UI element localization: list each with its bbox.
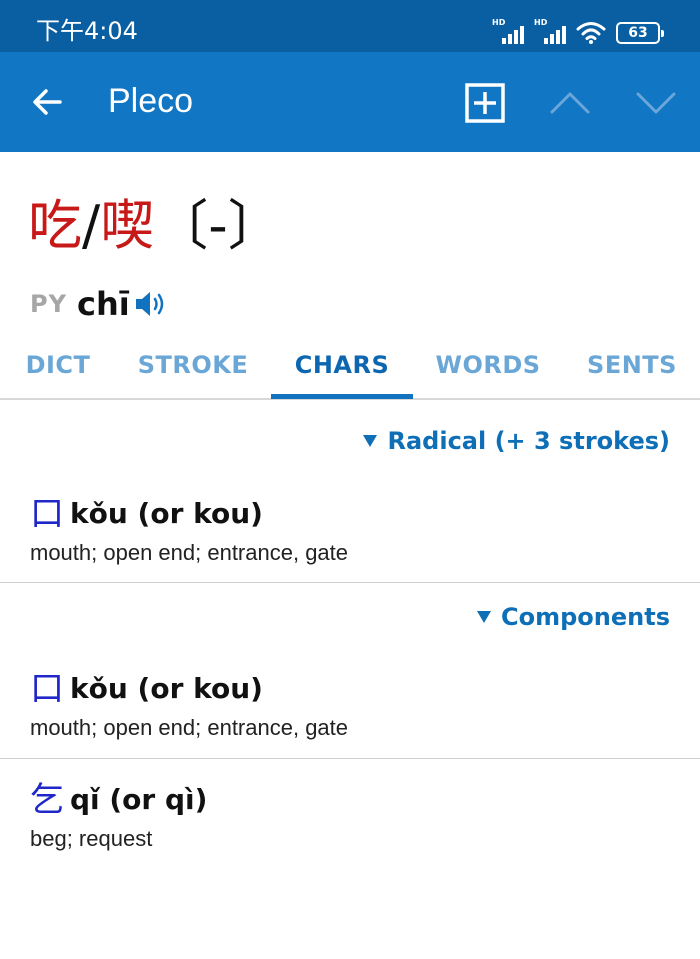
components-section-header[interactable]: Components — [477, 600, 670, 634]
wifi-icon — [576, 22, 606, 44]
component-entry[interactable]: 乞 qǐ (or qì) beg; request — [30, 780, 207, 852]
add-box-icon[interactable] — [464, 82, 506, 124]
headword-bracket: 〔-〕 — [154, 194, 282, 257]
pinyin-text: chī — [76, 285, 130, 323]
collapse-triangle-icon — [477, 611, 492, 623]
radical-header-label: Radical (+ 3 strokes) — [387, 427, 670, 455]
battery-level: 63 — [628, 25, 648, 41]
divider — [0, 758, 700, 759]
back-arrow-icon[interactable] — [26, 82, 70, 122]
py-label: PY — [30, 290, 67, 318]
signal-icon: HD — [492, 18, 524, 44]
tab-sents[interactable]: SENTS — [578, 332, 686, 398]
entry-definition: mouth; open end; entrance, gate — [30, 715, 349, 740]
entry-definition: mouth; open end; entrance, gate — [30, 540, 349, 565]
tab-chars[interactable]: CHARS — [271, 332, 413, 398]
signal-icon-2: HD — [534, 18, 566, 44]
battery-icon: 63 — [616, 22, 664, 44]
entry-char: 口 — [30, 494, 64, 534]
entry-char: 口 — [30, 669, 64, 709]
collapse-triangle-icon — [363, 435, 378, 447]
divider — [0, 582, 700, 583]
chevron-down-icon[interactable] — [632, 84, 680, 122]
entry-pinyin: qǐ (or qì) — [70, 783, 208, 816]
entry-char: 乞 — [30, 780, 64, 820]
status-bar: 下午4:04 HD HD 63 — [0, 0, 700, 52]
entry-pinyin: kǒu (or kou) — [70, 497, 263, 530]
radical-section-header[interactable]: Radical (+ 3 strokes) — [363, 424, 670, 458]
headword-traditional[interactable]: 喫 — [100, 194, 154, 257]
status-icons: HD HD 63 — [492, 18, 664, 44]
tab-bar: DICT STROKE CHARS WORDS SENTS — [0, 332, 700, 400]
tab-dict[interactable]: DICT — [14, 332, 102, 398]
headword-separator: / — [82, 194, 101, 257]
radical-entry[interactable]: 口 kǒu (or kou) mouth; open end; entrance… — [30, 494, 348, 566]
tab-indicator — [271, 394, 413, 399]
status-time: 下午4:04 — [36, 17, 138, 45]
chevron-up-icon[interactable] — [546, 84, 594, 122]
speaker-icon[interactable] — [134, 289, 168, 319]
app-bar: Pleco — [0, 52, 700, 152]
entry-pinyin: kǒu (or kou) — [70, 672, 263, 705]
headword-simplified[interactable]: 吃 — [28, 194, 82, 257]
component-entry[interactable]: 口 kǒu (or kou) mouth; open end; entrance… — [30, 669, 348, 741]
entry-definition: beg; request — [30, 826, 153, 851]
headword: 吃/喫〔-〕 — [28, 192, 282, 260]
components-header-label: Components — [501, 603, 670, 631]
app-title: Pleco — [108, 82, 194, 120]
pinyin-row: PY chī — [30, 282, 168, 326]
tab-stroke[interactable]: STROKE — [130, 332, 256, 398]
tab-words[interactable]: WORDS — [428, 332, 548, 398]
